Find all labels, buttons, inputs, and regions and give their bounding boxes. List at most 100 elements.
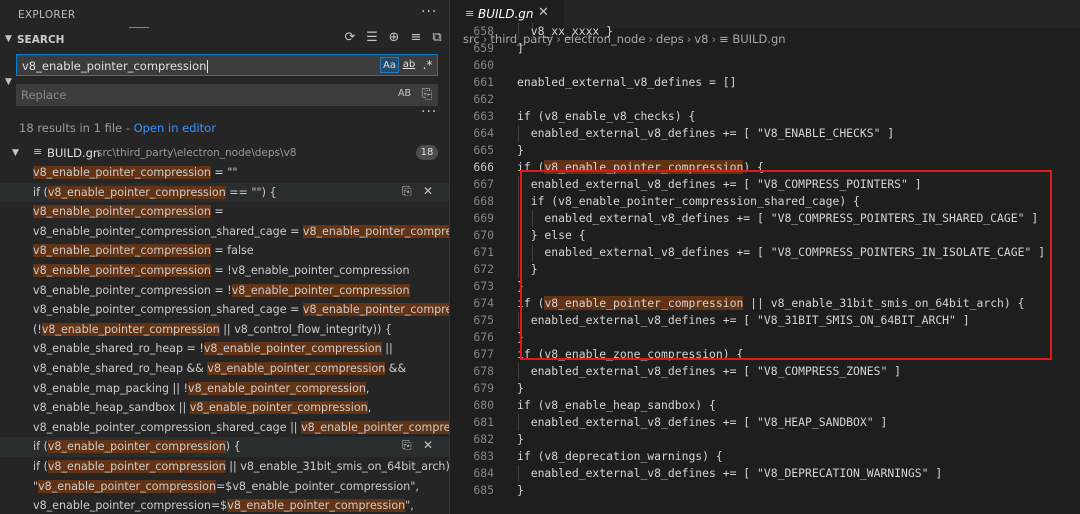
search-match-row[interactable]: v8_enable_pointer_compression=$v8_enable… xyxy=(0,496,449,514)
search-match-row[interactable]: v8_enable_pointer_compression_shared_cag… xyxy=(0,222,449,242)
match-highlight: v8_enable_pointer_compression xyxy=(189,401,368,415)
code-text: } xyxy=(517,143,524,157)
line-number: 678 xyxy=(473,364,494,378)
search-match-row[interactable]: v8_enable_pointer_compression_shared_cag… xyxy=(0,418,449,438)
match-highlight: v8_enable_pointer_compression xyxy=(47,440,226,454)
match-text: if (v8_enable_pointer_compression || v8_… xyxy=(33,460,449,473)
match-context: || xyxy=(381,342,393,356)
line-number: 675 xyxy=(473,313,494,327)
replace-match-icon[interactable]: ⎘ xyxy=(402,184,412,199)
search-match-row[interactable]: if (v8_enable_pointer_compression == "")… xyxy=(0,182,449,203)
code-line: 684 enabled_external_v8_defines += [ "V8… xyxy=(450,465,1080,482)
match-text: v8_enable_pointer_compression_shared_cag… xyxy=(33,420,449,434)
match-text: v8_enable_pointer_compression = false xyxy=(33,244,254,258)
line-number: 684 xyxy=(473,466,494,480)
results-summary: 18 results in 1 file - Open in editor xyxy=(19,121,216,135)
match-whole-word-toggle[interactable]: ab xyxy=(401,57,417,73)
match-text: v8_enable_pointer_compression = !v8_enab… xyxy=(33,264,410,277)
line-number: 674 xyxy=(473,296,494,310)
match-context: if ( xyxy=(33,440,48,454)
line-number: 666 xyxy=(473,160,494,174)
search-match-row[interactable]: v8_enable_shared_ro_heap = !v8_enable_po… xyxy=(0,339,449,359)
line-number: 669 xyxy=(473,211,494,225)
match-highlight: v8_enable_pointer_compression xyxy=(203,342,382,356)
replace-all-icon[interactable]: ⎘ xyxy=(422,87,432,102)
chevron-down-icon: ▼ xyxy=(5,34,12,44)
search-match-row[interactable]: v8_enable_pointer_compression = !v8_enab… xyxy=(0,261,449,281)
code-text: } xyxy=(517,381,524,395)
match-highlight: v8_enable_pointer_compression xyxy=(33,205,211,219)
line-number: 672 xyxy=(473,262,494,276)
line-number: 665 xyxy=(473,143,494,157)
match-text: (!v8_enable_pointer_compression || v8_co… xyxy=(33,322,392,336)
line-number: 667 xyxy=(473,177,494,191)
search-match-row[interactable]: v8_enable_heap_sandbox || v8_enable_poin… xyxy=(0,398,449,418)
match-context: v8_enable_map_packing || ! xyxy=(33,381,189,395)
dismiss-match-icon[interactable]: ✕ xyxy=(423,184,433,198)
code-text: if (v8_deprecation_warnings) { xyxy=(517,449,723,463)
tab-label: BUILD.gn xyxy=(478,7,534,21)
search-input[interactable]: v8_enable_pointer_compression Aa ab .* xyxy=(16,54,438,76)
dismiss-match-icon[interactable]: ✕ xyxy=(423,438,433,452)
match-highlight: v8_enable_pointer_compression xyxy=(38,479,216,493)
search-match-row[interactable]: v8_enable_pointer_compression = "" xyxy=(0,163,449,183)
use-regex-toggle[interactable]: .* xyxy=(420,57,435,73)
code-text: ] xyxy=(517,41,524,55)
refresh-icon[interactable]: ⟳ xyxy=(341,30,359,45)
replace-placeholder: Replace xyxy=(21,88,67,102)
match-case-toggle[interactable]: Aa xyxy=(380,57,399,73)
match-context: = false xyxy=(210,244,254,258)
code-text: } xyxy=(517,432,524,446)
search-match-row[interactable]: if (v8_enable_pointer_compression) {⎘ ✕ xyxy=(0,437,449,457)
line-number: 680 xyxy=(473,398,494,412)
code-line: 664 enabled_external_v8_defines += [ "V8… xyxy=(450,125,1080,142)
code-line: 661 enabled_external_v8_defines = [] xyxy=(450,74,1080,91)
search-match-row[interactable]: v8_enable_map_packing || !v8_enable_poin… xyxy=(0,379,449,399)
code-line: 685} xyxy=(450,482,1080,499)
search-match-row[interactable]: v8_enable_pointer_compression = false xyxy=(0,241,449,261)
match-context: v8_enable_heap_sandbox || xyxy=(33,401,190,415)
match-text: v8_enable_map_packing || !v8_enable_poin… xyxy=(33,381,370,395)
line-number: 685 xyxy=(473,483,494,497)
preserve-case-toggle[interactable]: AB xyxy=(398,88,411,99)
search-section-title: SEARCH xyxy=(17,34,65,46)
result-count-badge: 18 xyxy=(416,145,438,160)
match-highlight: v8_enable_pointer_compression xyxy=(33,166,211,179)
search-input-value: v8_enable_pointer_compression xyxy=(22,59,207,73)
line-number: 671 xyxy=(473,245,494,259)
search-match-row[interactable]: v8_enable_pointer_compression_shared_cag… xyxy=(0,300,449,320)
search-match-row[interactable]: v8_enable_pointer_compression = !v8_enab… xyxy=(0,281,449,301)
search-match-row[interactable]: v8_enable_shared_ro_heap && v8_enable_po… xyxy=(0,359,449,379)
toggle-replace-chevron-icon[interactable]: ▼ xyxy=(5,77,12,87)
close-icon[interactable]: ✕ xyxy=(538,5,549,20)
view-as-tree-icon[interactable]: ≡ xyxy=(407,30,425,45)
match-context: if ( xyxy=(33,185,48,199)
search-details-more-icon[interactable]: ··· xyxy=(421,104,437,120)
match-highlight: v8_enable_pointer_compression xyxy=(188,381,366,395)
search-section-header[interactable]: ▼ SEARCH ⟳ ☰ ⊕ ≡ ⧉ xyxy=(0,30,449,50)
line-number: 659 xyxy=(473,41,494,55)
search-match-row[interactable]: (!v8_enable_pointer_compression || v8_co… xyxy=(0,320,449,340)
match-context: , xyxy=(365,381,370,395)
file-chevron-down-icon[interactable]: ▼ xyxy=(12,148,19,158)
line-number: 658 xyxy=(473,24,494,38)
match-highlight: v8_enable_pointer_compression xyxy=(302,303,449,317)
result-file-row[interactable]: ▼ ≡ BUILD.gn src\third_party\electron_no… xyxy=(0,143,449,163)
match-context: , xyxy=(367,401,372,415)
replace-input[interactable]: Replace AB xyxy=(16,84,438,106)
match-text: v8_enable_pointer_compression = xyxy=(33,205,224,219)
open-in-editor-link[interactable]: Open in editor xyxy=(134,121,216,135)
search-match-row[interactable]: v8_enable_pointer_compression = xyxy=(0,202,449,222)
clear-results-icon[interactable]: ☰ xyxy=(363,30,381,45)
search-match-row[interactable]: if (v8_enable_pointer_compression || v8_… xyxy=(0,457,449,477)
match-text: v8_enable_pointer_compression = "" xyxy=(33,166,237,179)
explorer-more-icon[interactable]: ··· xyxy=(421,4,437,20)
match-context: v8_enable_shared_ro_heap && xyxy=(33,362,208,375)
collapse-all-icon[interactable]: ⧉ xyxy=(428,30,446,45)
code-line: 665} xyxy=(450,142,1080,159)
line-number: 681 xyxy=(473,415,494,429)
search-match-row[interactable]: "v8_enable_pointer_compression=$v8_enabl… xyxy=(0,477,449,497)
new-search-editor-icon[interactable]: ⊕ xyxy=(385,30,403,45)
match-highlight: v8_enable_pointer_compression xyxy=(302,224,449,238)
replace-match-icon[interactable]: ⎘ xyxy=(402,438,412,453)
